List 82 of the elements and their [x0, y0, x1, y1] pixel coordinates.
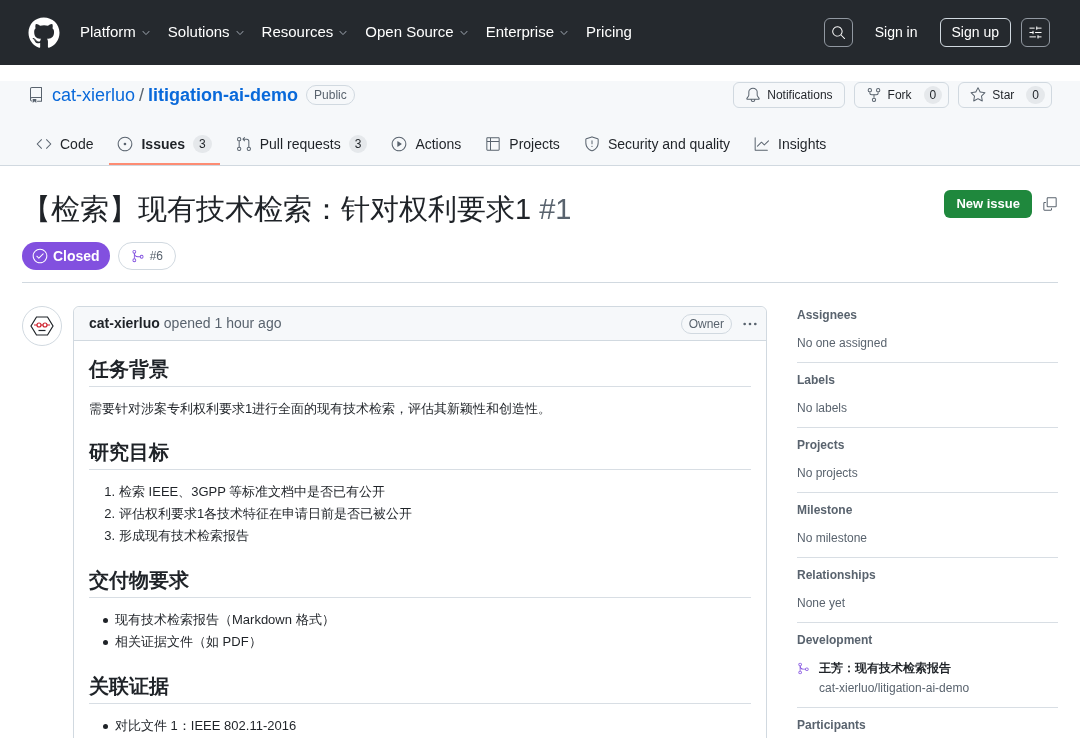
list-item-text: 检索 IEEE、3GPP 等标准文档中是否已有公开: [119, 483, 386, 501]
path-separator: /: [139, 83, 145, 107]
sidebar-value-text: No milestone: [797, 530, 869, 547]
sliders-button[interactable]: [1021, 18, 1050, 47]
action-count: 0: [1026, 86, 1045, 104]
list-number: 2.: [103, 505, 115, 523]
sidebar-section-title: Assignees: [797, 307, 859, 324]
fork-icon: [865, 87, 882, 103]
repository-tab[interactable]: Pull requests 3: [227, 125, 376, 165]
repository-name-link[interactable]: litigation-ai-demo: [148, 81, 299, 109]
copy-icon[interactable]: [1042, 196, 1058, 212]
new-issue-button[interactable]: New issue: [944, 190, 1032, 218]
repository-tab[interactable]: Security and quality: [575, 125, 739, 165]
sidebar-section-title: Milestone: [797, 502, 854, 519]
development-link[interactable]: 王芳：现有技术检索报告: [819, 659, 951, 677]
fork-button[interactable]: Fork 0: [853, 82, 950, 108]
owner-link[interactable]: cat-xierluo: [52, 81, 136, 109]
search-icon: [830, 25, 846, 40]
repository-tab[interactable]: Issues 3: [109, 125, 220, 165]
search-button[interactable]: [823, 18, 853, 47]
shield-icon: [583, 136, 600, 152]
avatar-icon: [22, 306, 62, 346]
section-heading: 研究目标: [89, 439, 751, 470]
github-logo[interactable]: [28, 16, 60, 49]
code-brackets-icon: [36, 136, 52, 152]
tab-count: 3: [348, 135, 368, 153]
nav-menu-item[interactable]: Enterprise: [485, 21, 571, 44]
issue-number: #1: [539, 193, 572, 225]
list-number: 3.: [103, 527, 115, 545]
nav-menu-item[interactable]: Open Source: [365, 21, 470, 44]
action-text: opened: [163, 314, 211, 333]
sidebar-section-title: Projects: [797, 437, 846, 454]
play-icon: [391, 136, 408, 152]
list-item-text: 相关证据文件（如 PDF）: [115, 633, 262, 651]
nav-menu-item[interactable]: Solutions: [167, 21, 246, 44]
merge-icon: [797, 661, 810, 675]
sidebar-section-title: Relationships: [797, 567, 877, 584]
list-item-text: 形成现有技术检索报告: [119, 527, 249, 545]
sidebar-section-title: Participants: [797, 717, 867, 734]
repository-tab[interactable]: Actions: [383, 125, 470, 165]
sign-up-button[interactable]: Sign up: [939, 18, 1011, 47]
repository-icon: [28, 87, 44, 103]
bullet-icon: [103, 639, 108, 645]
sidebar-value-text: None yet: [797, 595, 847, 612]
section-heading: 任务背景: [89, 356, 751, 387]
sidebar-value-text: No labels: [797, 400, 849, 417]
bullet-icon: [103, 723, 108, 729]
star-icon: [970, 87, 987, 103]
list-item-text: 对比文件 1：IEEE 802.11-2016: [115, 717, 297, 735]
issue-title: 【检索】现有技术检索：针对权利要求1: [22, 193, 532, 225]
action-count: 0: [923, 86, 943, 104]
line-graph-icon: [754, 136, 771, 152]
notifications-button[interactable]: Notifications: [733, 82, 845, 108]
merge-icon: [130, 249, 145, 263]
section-heading: 交付物要求: [89, 567, 751, 598]
nav-menu-item[interactable]: Pricing: [586, 21, 632, 44]
nav-menu-item[interactable]: Resources: [261, 21, 350, 44]
list-item-text: 评估权利要求1各技术特征在申请日前是否已被公开: [119, 505, 413, 523]
table-icon: [485, 136, 502, 152]
list-item-text: 现有技术检索报告（Markdown 格式）: [115, 611, 335, 629]
nav-menu-item[interactable]: Platform: [80, 21, 152, 44]
star-button[interactable]: Star 0: [958, 82, 1052, 108]
bell-icon: [745, 87, 762, 103]
section-heading: 关联证据: [89, 673, 751, 704]
sidebar-section-title: Development: [797, 632, 874, 649]
pull-request-icon: [235, 136, 252, 152]
tab-count: 3: [193, 135, 212, 153]
status-text: Closed: [53, 246, 100, 266]
repository-tab[interactable]: Projects: [477, 125, 568, 165]
author-link[interactable]: cat-xierluo: [89, 313, 160, 334]
sidebar-value-text: No one assigned: [797, 335, 889, 352]
sidebar-section-title: Labels: [797, 372, 836, 389]
paragraph-text: 需要针对涉案专利权利要求1进行全面的现有技术检索，评估其新颖性和创造性。: [89, 400, 553, 418]
sliders-icon: [1028, 25, 1043, 40]
repository-tab[interactable]: Insights: [746, 125, 835, 165]
sidebar-value-text: No projects: [797, 465, 859, 482]
timestamp-link[interactable]: 1 hour ago: [214, 313, 282, 334]
repository-path-text: cat-xierluo/litigation-ai-demo: [818, 680, 971, 697]
bullet-icon: [103, 617, 108, 623]
list-number: 1.: [103, 483, 115, 501]
sign-in-link[interactable]: Sign in: [874, 22, 918, 43]
repository-tab[interactable]: Code: [28, 125, 102, 165]
